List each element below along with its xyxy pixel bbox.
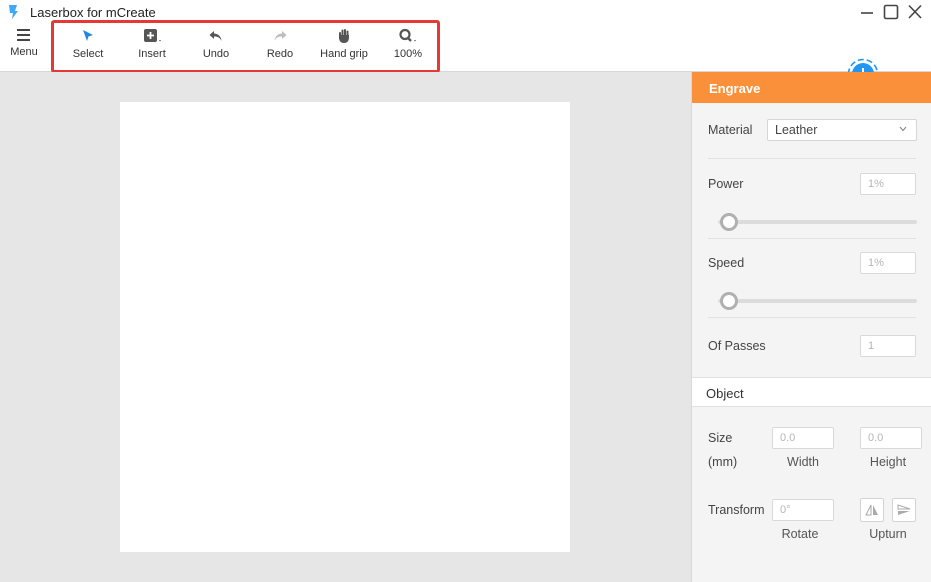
size-unit-label: (mm): [708, 455, 738, 469]
rotate-input[interactable]: 0°: [772, 499, 834, 521]
chevron-down-icon: [899, 126, 907, 132]
undo-arrow-icon: [209, 31, 222, 41]
hand-grip-label: Hand grip: [320, 48, 368, 60]
size-label: Size: [708, 431, 733, 445]
minimize-icon[interactable]: [858, 4, 876, 20]
engrave-header: Engrave: [692, 72, 931, 103]
select-tool-button[interactable]: Select: [66, 28, 110, 68]
transform-label: Transform: [708, 503, 765, 517]
speed-input[interactable]: 1%: [860, 252, 916, 274]
material-value: Leather: [775, 123, 818, 137]
redo-arrow-icon: [274, 31, 287, 41]
width-input[interactable]: 0.0: [772, 427, 834, 449]
close-icon[interactable]: [906, 4, 924, 20]
properties-panel: Engrave Material Leather Power 1% Speed …: [691, 72, 931, 582]
power-input[interactable]: 1%: [860, 173, 916, 195]
redo-label: Redo: [266, 48, 294, 60]
speed-label: Speed: [708, 256, 745, 270]
zoom-label: 100%: [393, 48, 423, 60]
divider: [708, 158, 916, 159]
flip-vertical-icon: [897, 504, 911, 515]
select-label: Select: [72, 48, 104, 60]
insert-tool-button[interactable]: Insert: [130, 28, 174, 68]
work-area-paper[interactable]: [120, 102, 570, 552]
insert-plus-icon: [144, 29, 161, 42]
canvas-area[interactable]: [0, 72, 691, 582]
menu-label: Menu: [10, 46, 38, 58]
app-logo-icon: [9, 5, 18, 19]
passes-input[interactable]: 1: [860, 335, 916, 357]
speed-slider[interactable]: [718, 299, 917, 303]
height-label: Height: [869, 455, 907, 469]
title-bar: Laserbox for mCreate: [0, 0, 931, 24]
hand-grip-button[interactable]: Hand grip: [316, 28, 372, 68]
undo-label: Undo: [202, 48, 230, 60]
app-title: Laserbox for mCreate: [30, 5, 156, 20]
undo-button[interactable]: Undo: [194, 28, 238, 68]
material-label: Material: [708, 123, 753, 137]
power-slider[interactable]: [718, 220, 917, 224]
zoom-magnifier-icon: [399, 28, 416, 42]
rotate-label: Rotate: [781, 527, 819, 541]
cursor-arrow-icon: [83, 30, 93, 41]
height-input[interactable]: 0.0: [860, 427, 922, 449]
width-label: Width: [787, 455, 819, 469]
hamburger-icon: [17, 29, 30, 41]
flip-horizontal-button[interactable]: [860, 498, 884, 522]
material-select[interactable]: Leather: [767, 119, 917, 141]
upturn-label: Upturn: [869, 527, 907, 541]
object-header: Object: [692, 377, 931, 407]
flip-horizontal-icon: [865, 504, 878, 516]
menu-button[interactable]: Menu: [6, 28, 42, 68]
power-label: Power: [708, 177, 744, 191]
maximize-icon[interactable]: [882, 4, 900, 20]
hand-grip-icon: [339, 29, 349, 43]
zoom-button[interactable]: 100%: [386, 28, 430, 68]
toolbar: Menu Select Insert Undo Redo Hand grip 1…: [0, 24, 931, 90]
power-slider-handle[interactable]: [719, 213, 738, 231]
divider: [708, 238, 916, 239]
divider: [708, 317, 916, 318]
redo-button[interactable]: Redo: [258, 28, 302, 68]
insert-label: Insert: [138, 48, 166, 60]
passes-label: Of Passes: [708, 339, 766, 353]
flip-vertical-button[interactable]: [892, 498, 916, 522]
speed-slider-handle[interactable]: [719, 292, 738, 310]
